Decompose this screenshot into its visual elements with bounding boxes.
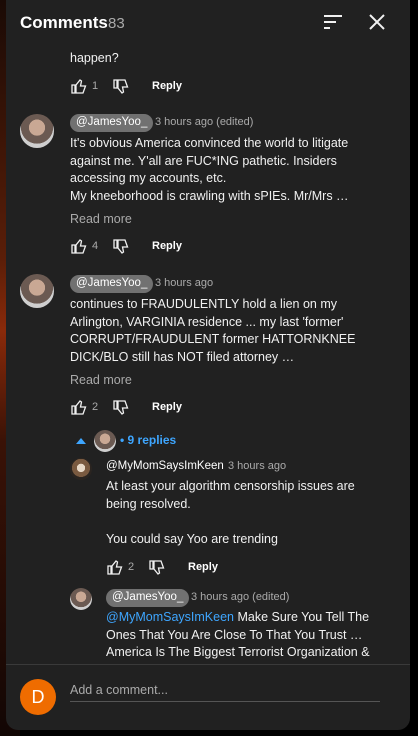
replies-toggle[interactable]: • 9 replies (76, 430, 236, 452)
avatar[interactable] (70, 588, 92, 610)
comment-author[interactable]: @JamesYoo_ (70, 275, 154, 293)
comment-text: happen? (70, 51, 119, 65)
reply-timestamp[interactable]: 3 hours ago (228, 460, 286, 472)
like-icon[interactable] (106, 558, 124, 576)
comment-text: It's obvious America convinced the world… (70, 136, 349, 203)
avatar[interactable] (70, 458, 92, 480)
like-count: 2 (128, 561, 135, 573)
user-avatar[interactable]: D (20, 679, 56, 715)
avatar (94, 430, 116, 452)
dislike-icon[interactable] (112, 78, 130, 96)
comments-header: Comments 83 (6, 0, 410, 44)
reply-timestamp[interactable]: 3 hours ago (edited) (191, 591, 289, 603)
comments-list[interactable]: happen? 1 Reply @JamesYoo_ 3 hours ago (… (6, 44, 410, 664)
comment-timestamp[interactable]: 3 hours ago (155, 277, 213, 289)
avatar[interactable] (20, 274, 54, 308)
comments-panel: Comments 83 happen? 1 Reply @JamesYoo_ 3… (6, 0, 410, 730)
like-icon[interactable] (70, 398, 88, 416)
comment-actions: 4 Reply (70, 237, 210, 257)
reply-button[interactable]: Reply (188, 561, 218, 573)
comment-actions: 2 Reply (70, 398, 210, 418)
like-count: 2 (92, 401, 99, 413)
add-comment-input[interactable] (70, 679, 380, 702)
avatar[interactable] (20, 114, 54, 148)
like-count: 1 (92, 80, 99, 92)
like-count: 4 (92, 240, 99, 252)
dislike-icon[interactable] (112, 399, 130, 417)
reply-button[interactable]: Reply (152, 80, 182, 92)
read-more-link[interactable]: Read more (70, 373, 132, 387)
reply-author[interactable]: @JamesYoo_ (106, 589, 190, 607)
like-icon[interactable] (70, 237, 88, 255)
comments-count: 83 (108, 15, 125, 32)
reply-actions: 2 Reply (106, 558, 246, 578)
dislike-icon[interactable] (148, 559, 166, 577)
close-icon[interactable] (366, 11, 388, 33)
mention-link[interactable]: @MyMomSaysImKeen (106, 610, 234, 624)
chevron-up-icon (76, 438, 86, 444)
comment-composer: D (6, 664, 410, 730)
comment-actions: 1 Reply (70, 77, 210, 97)
comments-title: Comments (20, 13, 108, 32)
reply-text: At least your algorithm censorship issue… (106, 479, 355, 546)
sort-icon[interactable] (322, 12, 344, 32)
comment-text: continues to FRAUDULENTLY hold a lien on… (70, 297, 356, 364)
replies-count: • 9 replies (120, 433, 177, 447)
comment-author[interactable]: @JamesYoo_ (70, 114, 154, 132)
reply-text: @MyMomSaysImKeen Make Sure You Tell The … (106, 610, 370, 659)
reply-button[interactable]: Reply (152, 401, 182, 413)
reply-button[interactable]: Reply (152, 240, 182, 252)
like-icon[interactable] (70, 77, 88, 95)
reply-author[interactable]: @MyMomSaysImKeen (106, 460, 224, 473)
read-more-link[interactable]: Read more (70, 212, 132, 226)
dislike-icon[interactable] (112, 238, 130, 256)
comment-timestamp[interactable]: 3 hours ago (edited) (155, 116, 253, 128)
